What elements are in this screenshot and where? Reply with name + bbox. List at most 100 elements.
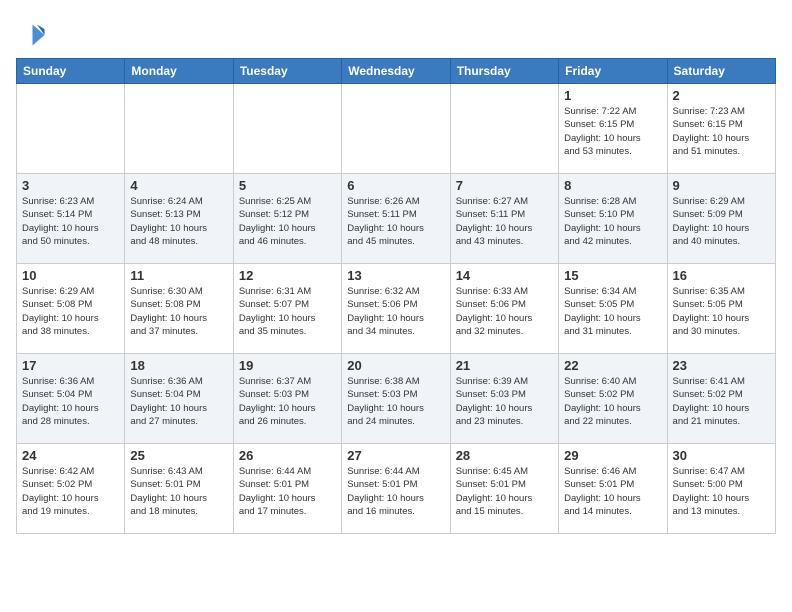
day-number: 18 (130, 358, 227, 373)
day-number: 13 (347, 268, 444, 283)
calendar-cell: 19 Sunrise: 6:37 AM Sunset: 5:03 PM Dayli… (233, 354, 341, 444)
day-number: 27 (347, 448, 444, 463)
day-number: 8 (564, 178, 661, 193)
day-info: Sunrise: 6:29 AM Sunset: 5:09 PM Dayligh… (673, 195, 770, 248)
calendar-cell: 9 Sunrise: 6:29 AM Sunset: 5:09 PM Daylig… (667, 174, 775, 264)
page: SundayMondayTuesdayWednesdayThursdayFrid… (0, 0, 792, 544)
day-info: Sunrise: 6:37 AM Sunset: 5:03 PM Dayligh… (239, 375, 336, 428)
calendar-cell: 25 Sunrise: 6:43 AM Sunset: 5:01 PM Dayli… (125, 444, 233, 534)
calendar-cell: 26 Sunrise: 6:44 AM Sunset: 5:01 PM Dayli… (233, 444, 341, 534)
week-row-2: 10 Sunrise: 6:29 AM Sunset: 5:08 PM Dayli… (17, 264, 776, 354)
day-info: Sunrise: 6:33 AM Sunset: 5:06 PM Dayligh… (456, 285, 553, 338)
calendar-cell (450, 84, 558, 174)
day-number: 4 (130, 178, 227, 193)
day-info: Sunrise: 6:40 AM Sunset: 5:02 PM Dayligh… (564, 375, 661, 428)
weekday-header-row: SundayMondayTuesdayWednesdayThursdayFrid… (17, 59, 776, 84)
calendar-cell: 2 Sunrise: 7:23 AM Sunset: 6:15 PM Daylig… (667, 84, 775, 174)
day-number: 21 (456, 358, 553, 373)
calendar-cell: 22 Sunrise: 6:40 AM Sunset: 5:02 PM Dayli… (559, 354, 667, 444)
day-number: 14 (456, 268, 553, 283)
day-info: Sunrise: 6:47 AM Sunset: 5:00 PM Dayligh… (673, 465, 770, 518)
day-info: Sunrise: 6:24 AM Sunset: 5:13 PM Dayligh… (130, 195, 227, 248)
weekday-header-tuesday: Tuesday (233, 59, 341, 84)
calendar-cell (17, 84, 125, 174)
weekday-header-wednesday: Wednesday (342, 59, 450, 84)
day-info: Sunrise: 6:26 AM Sunset: 5:11 PM Dayligh… (347, 195, 444, 248)
day-info: Sunrise: 6:36 AM Sunset: 5:04 PM Dayligh… (22, 375, 119, 428)
calendar-cell: 8 Sunrise: 6:28 AM Sunset: 5:10 PM Daylig… (559, 174, 667, 264)
day-number: 23 (673, 358, 770, 373)
day-number: 7 (456, 178, 553, 193)
calendar-cell (233, 84, 341, 174)
calendar-cell: 21 Sunrise: 6:39 AM Sunset: 5:03 PM Dayli… (450, 354, 558, 444)
day-number: 26 (239, 448, 336, 463)
calendar-cell: 6 Sunrise: 6:26 AM Sunset: 5:11 PM Daylig… (342, 174, 450, 264)
calendar-cell: 16 Sunrise: 6:35 AM Sunset: 5:05 PM Dayli… (667, 264, 775, 354)
day-number: 1 (564, 88, 661, 103)
day-number: 28 (456, 448, 553, 463)
day-info: Sunrise: 6:44 AM Sunset: 5:01 PM Dayligh… (239, 465, 336, 518)
day-number: 24 (22, 448, 119, 463)
weekday-header-sunday: Sunday (17, 59, 125, 84)
calendar-table: SundayMondayTuesdayWednesdayThursdayFrid… (16, 58, 776, 534)
week-row-1: 3 Sunrise: 6:23 AM Sunset: 5:14 PM Daylig… (17, 174, 776, 264)
calendar-cell: 7 Sunrise: 6:27 AM Sunset: 5:11 PM Daylig… (450, 174, 558, 264)
calendar-cell: 29 Sunrise: 6:46 AM Sunset: 5:01 PM Dayli… (559, 444, 667, 534)
day-info: Sunrise: 6:45 AM Sunset: 5:01 PM Dayligh… (456, 465, 553, 518)
calendar-cell: 23Sunrise: 6:41 AM Sunset: 5:02 PM Dayli… (667, 354, 775, 444)
calendar-cell: 13Sunrise: 6:32 AM Sunset: 5:06 PM Dayli… (342, 264, 450, 354)
logo (16, 20, 50, 50)
day-number: 15 (564, 268, 661, 283)
calendar-cell (125, 84, 233, 174)
day-info: Sunrise: 6:28 AM Sunset: 5:10 PM Dayligh… (564, 195, 661, 248)
calendar-cell: 11Sunrise: 6:30 AM Sunset: 5:08 PM Dayli… (125, 264, 233, 354)
day-info: Sunrise: 6:34 AM Sunset: 5:05 PM Dayligh… (564, 285, 661, 338)
calendar-cell: 28 Sunrise: 6:45 AM Sunset: 5:01 PM Dayli… (450, 444, 558, 534)
weekday-header-saturday: Saturday (667, 59, 775, 84)
weekday-header-monday: Monday (125, 59, 233, 84)
calendar-cell: 12Sunrise: 6:31 AM Sunset: 5:07 PM Dayli… (233, 264, 341, 354)
header (16, 16, 776, 50)
calendar-cell: 1 Sunrise: 7:22 AM Sunset: 6:15 PM Daylig… (559, 84, 667, 174)
day-number: 17 (22, 358, 119, 373)
day-info: Sunrise: 6:39 AM Sunset: 5:03 PM Dayligh… (456, 375, 553, 428)
day-info: Sunrise: 7:23 AM Sunset: 6:15 PM Dayligh… (673, 105, 770, 158)
calendar-cell: 24 Sunrise: 6:42 AM Sunset: 5:02 PM Dayli… (17, 444, 125, 534)
calendar-cell: 14 Sunrise: 6:33 AM Sunset: 5:06 PM Dayli… (450, 264, 558, 354)
day-info: Sunrise: 6:44 AM Sunset: 5:01 PM Dayligh… (347, 465, 444, 518)
day-number: 6 (347, 178, 444, 193)
day-number: 2 (673, 88, 770, 103)
day-info: Sunrise: 6:42 AM Sunset: 5:02 PM Dayligh… (22, 465, 119, 518)
day-number: 29 (564, 448, 661, 463)
day-info: Sunrise: 6:46 AM Sunset: 5:01 PM Dayligh… (564, 465, 661, 518)
day-number: 19 (239, 358, 336, 373)
day-info: Sunrise: 6:35 AM Sunset: 5:05 PM Dayligh… (673, 285, 770, 338)
day-info: Sunrise: 6:36 AM Sunset: 5:04 PM Dayligh… (130, 375, 227, 428)
day-number: 22 (564, 358, 661, 373)
day-info: Sunrise: 6:43 AM Sunset: 5:01 PM Dayligh… (130, 465, 227, 518)
week-row-4: 24 Sunrise: 6:42 AM Sunset: 5:02 PM Dayli… (17, 444, 776, 534)
day-number: 16 (673, 268, 770, 283)
day-number: 9 (673, 178, 770, 193)
calendar-cell: 15 Sunrise: 6:34 AM Sunset: 5:05 PM Dayli… (559, 264, 667, 354)
day-number: 25 (130, 448, 227, 463)
day-info: Sunrise: 6:31 AM Sunset: 5:07 PM Dayligh… (239, 285, 336, 338)
weekday-header-thursday: Thursday (450, 59, 558, 84)
calendar-cell: 10 Sunrise: 6:29 AM Sunset: 5:08 PM Dayli… (17, 264, 125, 354)
day-number: 10 (22, 268, 119, 283)
day-info: Sunrise: 7:22 AM Sunset: 6:15 PM Dayligh… (564, 105, 661, 158)
day-number: 30 (673, 448, 770, 463)
weekday-header-friday: Friday (559, 59, 667, 84)
day-number: 3 (22, 178, 119, 193)
day-info: Sunrise: 6:23 AM Sunset: 5:14 PM Dayligh… (22, 195, 119, 248)
calendar-cell: 5Sunrise: 6:25 AM Sunset: 5:12 PM Daylig… (233, 174, 341, 264)
day-info: Sunrise: 6:29 AM Sunset: 5:08 PM Dayligh… (22, 285, 119, 338)
calendar-cell: 18 Sunrise: 6:36 AM Sunset: 5:04 PM Dayli… (125, 354, 233, 444)
day-number: 5 (239, 178, 336, 193)
calendar-cell (342, 84, 450, 174)
calendar-cell: 30 Sunrise: 6:47 AM Sunset: 5:00 PM Dayli… (667, 444, 775, 534)
day-info: Sunrise: 6:27 AM Sunset: 5:11 PM Dayligh… (456, 195, 553, 248)
day-number: 20 (347, 358, 444, 373)
calendar-cell: 4 Sunrise: 6:24 AM Sunset: 5:13 PM Daylig… (125, 174, 233, 264)
calendar-cell: 27 Sunrise: 6:44 AM Sunset: 5:01 PM Dayli… (342, 444, 450, 534)
